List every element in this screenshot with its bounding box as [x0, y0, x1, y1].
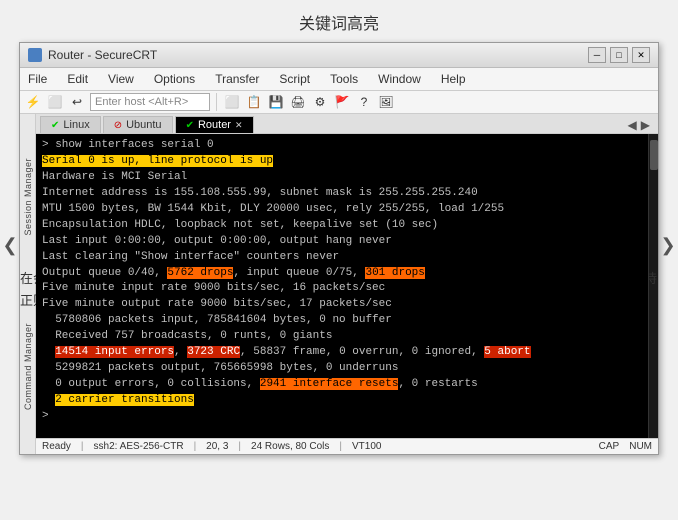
toolbar-copy-icon[interactable]: ⬜	[223, 93, 241, 111]
menu-bar: File Edit View Options Transfer Script T…	[20, 68, 658, 91]
right-nav-arrow[interactable]: ❯	[658, 235, 678, 256]
securecrt-window: Router - SecureCRT ─ □ ✕ File Edit View …	[19, 42, 659, 455]
terminal-wrapper: > show interfaces serial 0 Serial 0 is u…	[36, 134, 658, 438]
status-bar: Ready | ssh2: AES-256-CTR | 20, 3 | 24 R…	[36, 438, 658, 454]
terminal-line-9: Five minute input rate 9000 bits/sec, 16…	[42, 281, 642, 297]
status-ready: Ready	[42, 441, 71, 452]
menu-file[interactable]: File	[24, 70, 51, 88]
menu-window[interactable]: Window	[374, 70, 425, 88]
tab-next-icon[interactable]: ▶	[641, 118, 650, 132]
terminal-line-17: >	[42, 409, 642, 425]
tab-router-status-icon: ✔	[186, 120, 194, 131]
status-size: 24 Rows, 80 Cols	[251, 441, 329, 452]
terminal-line-13: 14514 input errors, 3723 CRC, 58837 fram…	[42, 345, 642, 361]
status-sep-2: |	[194, 441, 197, 452]
status-sep-3: |	[238, 441, 241, 452]
terminal-line-14: 5299821 packets output, 765665998 bytes,…	[42, 361, 642, 377]
terminal-line-7: Last clearing "Show interface" counters …	[42, 250, 642, 266]
terminal-line-0: > show interfaces serial 0	[42, 138, 642, 154]
menu-edit[interactable]: Edit	[63, 70, 92, 88]
title-bar-controls: ─ □ ✕	[588, 47, 650, 63]
menu-tools[interactable]: Tools	[326, 70, 362, 88]
terminal-line-8: Output queue 0/40, 5762 drops, input que…	[42, 266, 642, 282]
tab-bar-left: ✔ Linux ⊘ Ubuntu ✔ Router ✕	[40, 116, 254, 133]
toolbar-new-icon[interactable]: ⬜	[46, 93, 64, 111]
tab-router-close-icon[interactable]: ✕	[235, 120, 243, 131]
menu-view[interactable]: View	[104, 70, 138, 88]
sidebar-session-manager[interactable]: Session Manager	[23, 158, 33, 236]
tab-linux[interactable]: ✔ Linux	[40, 116, 101, 133]
toolbar-image-icon[interactable]: 🖼	[377, 93, 395, 111]
title-bar: Router - SecureCRT ─ □ ✕	[20, 43, 658, 68]
page-title: 关键词高亮	[0, 0, 678, 42]
sidebar-command-manager[interactable]: Command Manager	[23, 323, 33, 410]
tab-bar: ✔ Linux ⊘ Ubuntu ✔ Router ✕ ◀ ▶	[36, 114, 658, 134]
enter-host-placeholder: Enter host <Alt+R>	[95, 96, 188, 108]
toolbar-separator	[216, 93, 217, 111]
tab-ubuntu-label: Ubuntu	[126, 119, 161, 131]
terminal-line-6: Last input 0:00:00, output 0:00:00, outp…	[42, 234, 642, 250]
toolbar-flag-icon[interactable]: 🚩	[333, 93, 351, 111]
title-bar-left: Router - SecureCRT	[28, 48, 157, 62]
terminal[interactable]: > show interfaces serial 0 Serial 0 is u…	[36, 134, 648, 438]
toolbar-question-icon[interactable]: ?	[355, 93, 373, 111]
terminal-line-12: Received 757 broadcasts, 0 runts, 0 gian…	[42, 329, 642, 345]
terminal-line-16: 2 carrier transitions	[42, 393, 642, 409]
tab-ubuntu-status-icon: ⊘	[114, 120, 122, 131]
status-session: ssh2: AES-256-CTR	[94, 441, 184, 452]
toolbar-bolt-icon[interactable]: ⚡	[24, 93, 42, 111]
window-title: Router - SecureCRT	[48, 48, 157, 62]
tab-nav: ◀ ▶	[628, 118, 654, 132]
terminal-line-2: Hardware is MCI Serial	[42, 170, 642, 186]
left-nav-arrow[interactable]: ❮	[0, 235, 20, 256]
tab-linux-label: Linux	[63, 119, 89, 131]
toolbar-open-icon[interactable]: ↩	[68, 93, 86, 111]
status-sep-4: |	[339, 441, 342, 452]
menu-options[interactable]: Options	[150, 70, 199, 88]
terminal-line-11: 5780806 packets input, 785841604 bytes, …	[42, 313, 642, 329]
minimize-button[interactable]: ─	[588, 47, 606, 63]
status-caps: CAP	[599, 441, 620, 452]
toolbar-settings-icon[interactable]: ⚙	[311, 93, 329, 111]
status-position: 20, 3	[206, 441, 228, 452]
menu-help[interactable]: Help	[437, 70, 470, 88]
terminal-line-4: MTU 1500 bytes, BW 1544 Kbit, DLY 20000 …	[42, 202, 642, 218]
tab-linux-status-icon: ✔	[51, 120, 59, 131]
content-area: Session Manager Command Manager ✔ Linux …	[20, 114, 658, 454]
enter-host-input[interactable]: Enter host <Alt+R>	[90, 93, 210, 111]
tab-ubuntu[interactable]: ⊘ Ubuntu	[103, 116, 173, 133]
toolbar: ⚡ ⬜ ↩ Enter host <Alt+R> ⬜ 📋 💾 🖨 ⚙ 🚩 ? 🖼	[20, 91, 658, 114]
maximize-button[interactable]: □	[610, 47, 628, 63]
terminal-line-15: 0 output errors, 0 collisions, 2941 inte…	[42, 377, 642, 393]
terminal-line-1: Serial 0 is up, line protocol is up	[42, 154, 642, 170]
menu-script[interactable]: Script	[275, 70, 314, 88]
toolbar-print-icon[interactable]: 🖨	[289, 93, 307, 111]
close-button[interactable]: ✕	[632, 47, 650, 63]
toolbar-paste-icon[interactable]: 📋	[245, 93, 263, 111]
menu-transfer[interactable]: Transfer	[211, 70, 263, 88]
status-num: NUM	[629, 441, 652, 452]
tab-bar-container: ✔ Linux ⊘ Ubuntu ✔ Router ✕ ◀ ▶	[36, 114, 658, 454]
tab-router-label: Router	[198, 119, 231, 131]
terminal-line-10: Five minute output rate 9000 bits/sec, 1…	[42, 297, 642, 313]
app-icon	[28, 48, 42, 62]
tab-router[interactable]: ✔ Router ✕	[175, 116, 254, 133]
scroll-thumb[interactable]	[650, 140, 658, 170]
terminal-line-5: Encapsulation HDLC, loopback not set, ke…	[42, 218, 642, 234]
status-sep-1: |	[81, 441, 84, 452]
toolbar-save-icon[interactable]: 💾	[267, 93, 285, 111]
status-terminal: VT100	[352, 441, 381, 452]
tab-prev-icon[interactable]: ◀	[628, 118, 637, 132]
terminal-line-3: Internet address is 155.108.555.99, subn…	[42, 186, 642, 202]
